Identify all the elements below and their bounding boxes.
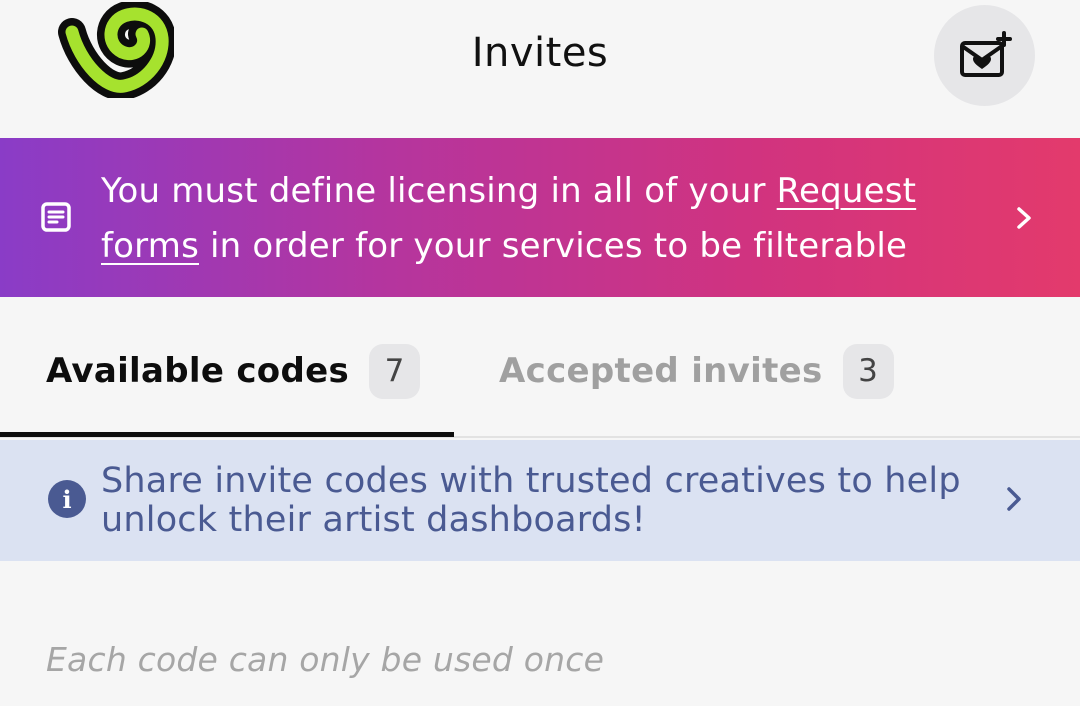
tab-available-codes[interactable]: Available codes 7 — [46, 343, 420, 399]
active-tab-indicator — [0, 432, 454, 437]
tab-label: Accepted invites — [499, 351, 823, 391]
chevron-right-icon — [1007, 487, 1021, 511]
mail-heart-plus-icon — [959, 30, 1012, 77]
usage-note: Each code can only be used once — [46, 640, 605, 679]
banner-message: You must define licensing in all of your… — [101, 164, 971, 274]
info-icon: i — [48, 480, 86, 518]
info-callout[interactable]: i Share invite codes with trusted creati… — [0, 440, 1080, 561]
info-message: Share invite codes with trusted creative… — [101, 461, 961, 540]
tab-label: Available codes — [46, 351, 349, 391]
banner-text-before: You must define licensing in all of your — [101, 171, 777, 211]
chevron-right-icon — [1017, 207, 1031, 229]
banner-text-after: in order for your services to be filtera… — [199, 226, 908, 266]
new-invite-button[interactable] — [934, 5, 1035, 106]
app-header: Invites — [0, 0, 1080, 138]
licensing-banner[interactable]: You must define licensing in all of your… — [0, 138, 1080, 297]
tab-count-badge: 3 — [842, 343, 894, 399]
document-icon — [41, 202, 71, 232]
tab-count-badge: 7 — [369, 343, 420, 399]
page-title: Invites — [471, 30, 609, 76]
tab-accepted-invites[interactable]: Accepted invites 3 — [499, 343, 894, 399]
invite-tabs: Available codes 7 Accepted invites 3 — [0, 297, 1080, 438]
